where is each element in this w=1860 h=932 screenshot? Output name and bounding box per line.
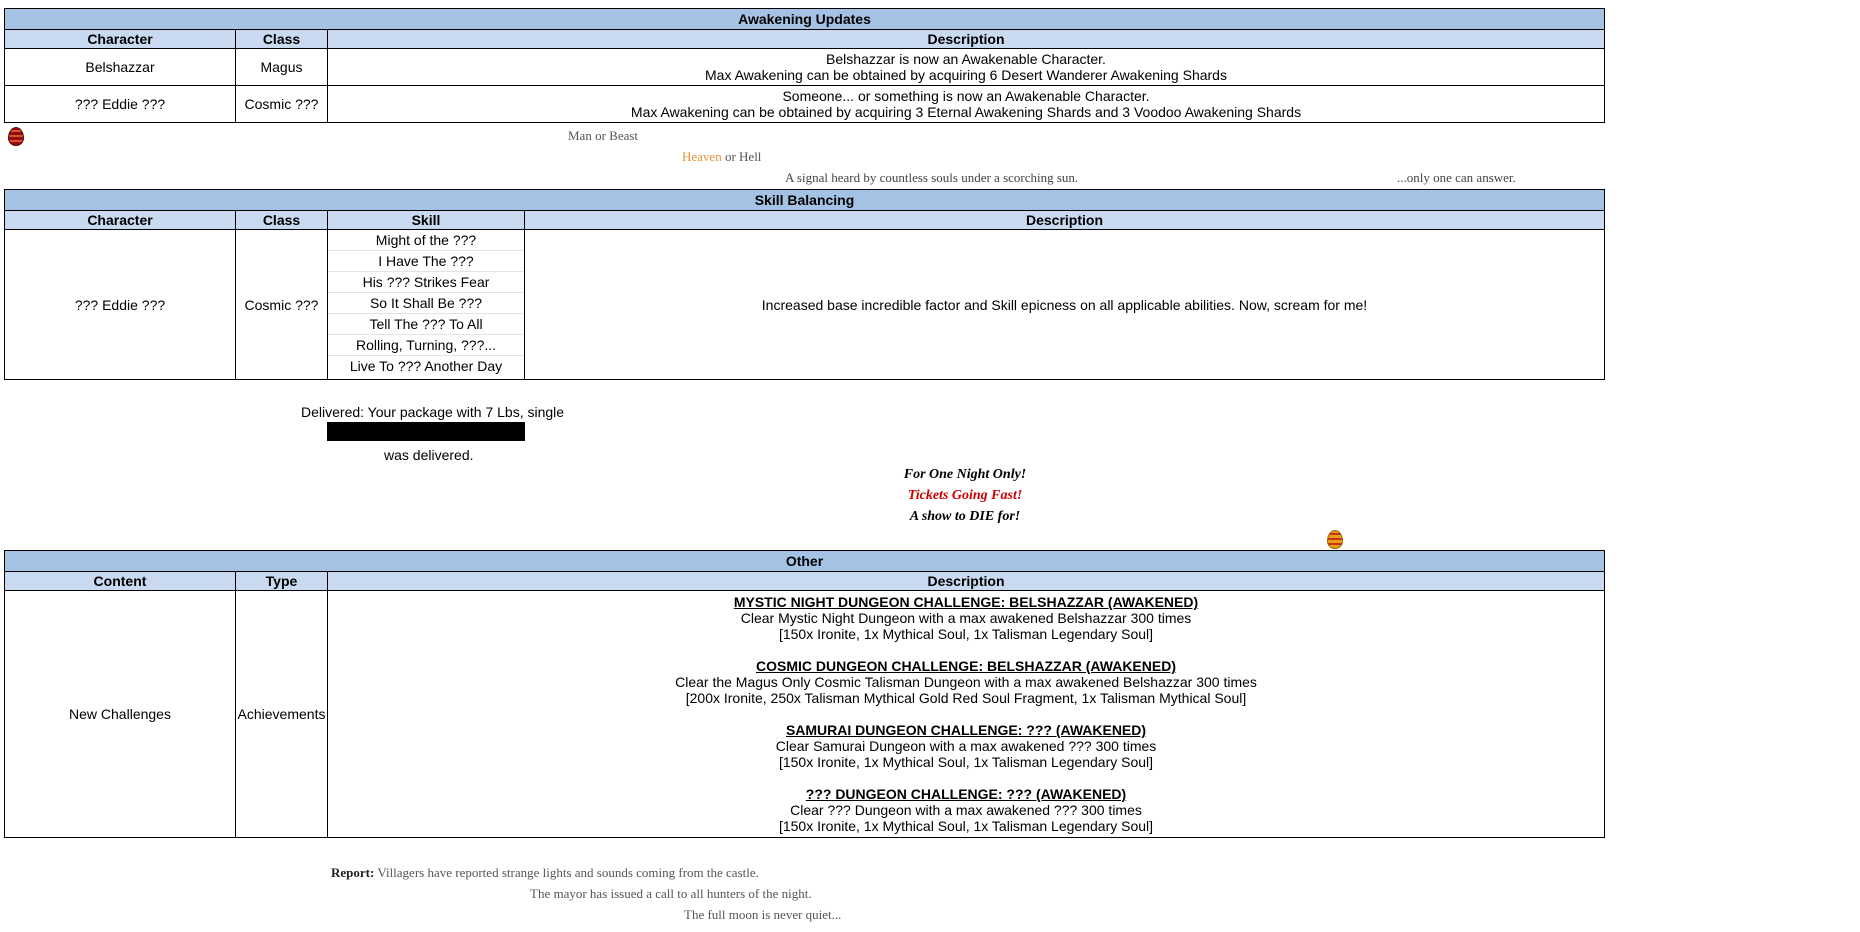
challenge-title: SAMURAI DUNGEON CHALLENGE: ??? (AWAKENED… xyxy=(785,722,1147,738)
lore-only-one: ...only one can answer. xyxy=(1397,170,1516,185)
content-cell: New Challenges xyxy=(4,590,236,838)
table-header-row: Content Type Description xyxy=(4,571,1605,591)
challenge-title: COSMIC DUNGEON CHALLENGE: BELSHAZZAR (AW… xyxy=(756,658,1176,674)
skill-item: Live To ??? Another Day xyxy=(349,358,503,374)
challenge-reward: [150x Ironite, 1x Mythical Soul, 1x Tali… xyxy=(778,754,1154,770)
table-row: ??? Eddie ??? Cosmic ??? Someone... or s… xyxy=(4,85,1605,123)
awakening-updates-table: Awakening Updates Character Class Descri… xyxy=(4,8,1605,123)
skill-item: Might of the ??? xyxy=(328,230,524,251)
class-cell: Magus xyxy=(235,48,328,86)
column-header-type: Type xyxy=(235,571,328,591)
challenge-block: MYSTIC NIGHT DUNGEON CHALLENGE: BELSHAZZ… xyxy=(328,594,1604,642)
delivery-line: Delivered: Your package with 7 Lbs, sing… xyxy=(301,404,565,420)
delivery-line-2: was delivered. xyxy=(384,447,474,463)
lore-or-hell: or Hell xyxy=(721,149,762,164)
description-cell: Belshazzar is now an Awakenable Characte… xyxy=(327,48,1605,86)
easter-egg-icon[interactable] xyxy=(8,127,24,146)
skill-item: Rolling, Turning, ???... xyxy=(328,335,524,356)
show-line-1: For One Night Only! xyxy=(903,467,1027,482)
table-header-row: Character Class Skill Description xyxy=(4,210,1605,230)
challenge-title: ??? DUNGEON CHALLENGE: ??? (AWAKENED) xyxy=(805,786,1127,802)
show-line-2: Tickets Going Fast! xyxy=(907,488,1023,503)
description-cell: MYSTIC NIGHT DUNGEON CHALLENGE: BELSHAZZ… xyxy=(327,590,1605,838)
challenge-block: SAMURAI DUNGEON CHALLENGE: ??? (AWAKENED… xyxy=(328,722,1604,770)
skill-list: Might of the ??? I Have The ??? His ??? … xyxy=(328,230,524,376)
description-cell: Increased base incredible factor and Ski… xyxy=(524,229,1605,380)
description-cell: Someone... or something is now an Awaken… xyxy=(327,85,1605,123)
type-cell: Achievements xyxy=(235,590,328,838)
awakening-title: Awakening Updates xyxy=(4,8,1605,30)
skill-item: I Have The ??? xyxy=(328,251,524,272)
challenge-line: Clear Mystic Night Dungeon with a max aw… xyxy=(740,610,1192,626)
description-line: Max Awakening can be obtained by acquiri… xyxy=(630,104,1302,120)
challenge-line: Clear ??? Dungeon with a max awakened ??… xyxy=(790,802,1142,818)
report-line-1: Report: Villagers have reported strange … xyxy=(331,865,759,881)
skill-balancing-table: Skill Balancing Character Class Skill De… xyxy=(4,189,1605,380)
table-row: Belshazzar Magus Belshazzar is now an Aw… xyxy=(4,48,1605,86)
skill-item: Tell The ??? To All xyxy=(328,314,524,335)
skill-balancing-title: Skill Balancing xyxy=(4,189,1605,211)
skill-list-cell: Might of the ??? I Have The ??? His ??? … xyxy=(327,229,525,380)
other-table: Other Content Type Description New Chall… xyxy=(4,550,1605,838)
report-line-3: The full moon is never quiet... xyxy=(684,907,842,922)
easter-egg-icon[interactable] xyxy=(1327,530,1343,549)
other-title: Other xyxy=(4,550,1605,572)
table-row: ??? Eddie ??? Cosmic ??? Might of the ??… xyxy=(4,229,1605,380)
column-header-character: Character xyxy=(4,210,236,230)
table-header-row: Character Class Description xyxy=(4,29,1605,49)
challenge-title: MYSTIC NIGHT DUNGEON CHALLENGE: BELSHAZZ… xyxy=(733,594,1199,610)
table-row: New Challenges Achievements MYSTIC NIGHT… xyxy=(4,590,1605,838)
show-line-3: A show to DIE for! xyxy=(909,509,1021,524)
column-header-class: Class xyxy=(235,29,328,49)
lore-signal: A signal heard by countless souls under … xyxy=(785,170,1079,185)
challenge-block: ??? DUNGEON CHALLENGE: ??? (AWAKENED) Cl… xyxy=(328,786,1604,834)
challenge-line: Clear the Magus Only Cosmic Talisman Dun… xyxy=(675,674,1257,690)
column-header-description: Description xyxy=(327,571,1605,591)
challenge-line: Clear Samurai Dungeon with a max awakene… xyxy=(775,738,1157,754)
report-line-2: The mayor has issued a call to all hunte… xyxy=(530,886,812,901)
column-header-description: Description xyxy=(327,29,1605,49)
report-label: Report: xyxy=(331,865,375,880)
description-line: Someone... or something is now an Awaken… xyxy=(782,88,1150,104)
challenge-reward: [150x Ironite, 1x Mythical Soul, 1x Tali… xyxy=(778,626,1154,642)
report-text: Villagers have reported strange lights a… xyxy=(374,865,759,880)
column-header-class: Class xyxy=(235,210,328,230)
character-cell: ??? Eddie ??? xyxy=(4,85,236,123)
class-cell: Cosmic ??? xyxy=(235,85,328,123)
skill-item: So It Shall Be ??? xyxy=(328,293,524,314)
column-header-skill: Skill xyxy=(327,210,525,230)
description-line: Belshazzar is now an Awakenable Characte… xyxy=(826,51,1106,67)
class-cell: Cosmic ??? xyxy=(235,229,328,380)
description-line: Max Awakening can be obtained by acquiri… xyxy=(705,67,1227,83)
lore-heaven: Heaven xyxy=(682,149,722,164)
table-title-row: Awakening Updates xyxy=(4,8,1605,30)
table-title-row: Skill Balancing xyxy=(4,189,1605,211)
skill-item: His ??? Strikes Fear xyxy=(328,272,524,293)
lore-heaven-or-hell: Heaven or Hell xyxy=(682,149,761,165)
challenge-reward: [200x Ironite, 250x Talisman Mythical Go… xyxy=(685,690,1247,706)
character-cell: Belshazzar xyxy=(4,48,236,86)
table-title-row: Other xyxy=(4,550,1605,572)
character-cell: ??? Eddie ??? xyxy=(4,229,236,380)
column-header-description: Description xyxy=(524,210,1605,230)
challenge-reward: [150x Ironite, 1x Mythical Soul, 1x Tali… xyxy=(778,818,1154,834)
column-header-character: Character xyxy=(4,29,236,49)
redacted-bar xyxy=(327,422,525,441)
column-header-content: Content xyxy=(4,571,236,591)
lore-man-or-beast: Man or Beast xyxy=(568,128,639,143)
challenge-block: COSMIC DUNGEON CHALLENGE: BELSHAZZAR (AW… xyxy=(328,658,1604,706)
